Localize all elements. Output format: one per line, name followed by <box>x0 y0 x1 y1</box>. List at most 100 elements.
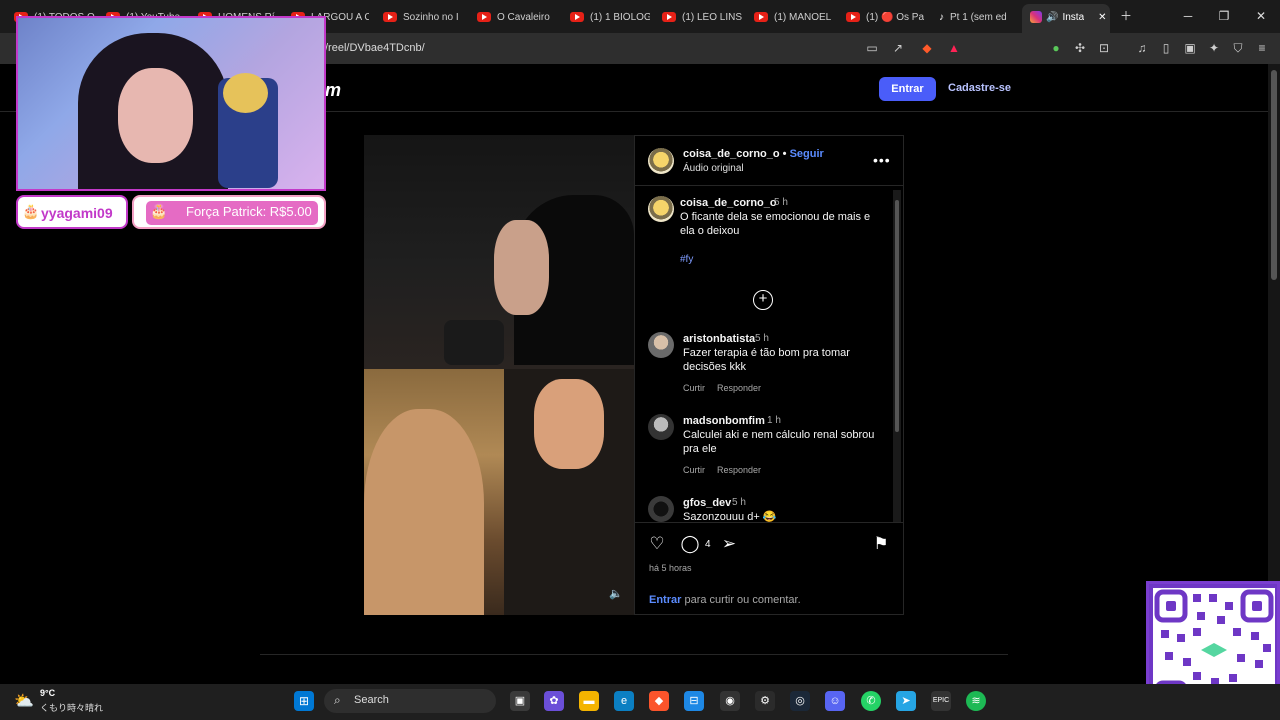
caption-time: 5 h <box>774 197 788 208</box>
comment-count: 4 <box>705 539 711 550</box>
media-icon[interactable]: ♫ <box>1134 40 1150 56</box>
post-time: há 5 horas <box>649 563 692 573</box>
temperature: 9°C <box>40 688 56 698</box>
person-face <box>494 220 549 315</box>
spotify-icon[interactable]: ≋ <box>966 691 986 711</box>
browser-tab[interactable]: (1) MANOEL <box>754 5 834 29</box>
settings-icon[interactable]: ⚙ <box>755 691 775 711</box>
brave-icon[interactable]: ◆ <box>649 691 669 711</box>
comment-like-link[interactable]: Curtir <box>683 465 705 475</box>
weather-widget[interactable]: ⛅ 9°C くもり時々晴れ <box>14 688 134 716</box>
comment-like-link[interactable]: Curtir <box>683 383 705 393</box>
taskbar-search[interactable]: ⌕ Search <box>324 689 496 713</box>
browser-tab[interactable]: ♪ Pt 1 (sem ed <box>939 5 1017 29</box>
like-icon[interactable]: ♡ <box>647 534 667 554</box>
comment-username[interactable]: aristonbatista <box>683 333 755 345</box>
cast-icon[interactable]: ▭ <box>864 40 880 56</box>
browser-tab[interactable]: Sozinho no I <box>383 5 463 29</box>
browser-tab[interactable]: (1) LÉO LINS <box>662 5 742 29</box>
store-icon[interactable]: ⊟ <box>684 691 704 711</box>
steam-icon[interactable]: ◎ <box>790 691 810 711</box>
load-more-icon[interactable]: + <box>753 290 773 310</box>
reel-sidebar: coisa_de_corno_o • Seguir Áudio original… <box>634 136 904 614</box>
commenter-avatar[interactable] <box>648 496 674 522</box>
login-button[interactable]: Entrar <box>879 77 936 101</box>
wallet-icon[interactable]: ▣ <box>1182 40 1198 56</box>
screenshot-icon[interactable]: ⊡ <box>1096 40 1112 56</box>
person-left <box>364 409 484 615</box>
youtube-icon <box>754 12 768 22</box>
save-icon[interactable]: ⚑ <box>871 534 891 554</box>
donation-text: Força Patrick: R$5.00 <box>186 204 312 219</box>
url-text[interactable]: /reel/DVbae4TDcnb/ <box>325 42 425 54</box>
share-page-icon[interactable]: ↗ <box>890 40 906 56</box>
video-top-frame <box>364 135 634 369</box>
page-scrollbar-thumb[interactable] <box>1271 70 1277 280</box>
browser-tab-active-content[interactable]: 🔊 Insta ✕ <box>1030 5 1108 29</box>
share-icon[interactable]: ➢ <box>719 534 739 554</box>
youtube-icon <box>383 12 397 22</box>
comment-time: 5 h <box>755 333 769 344</box>
author-name[interactable]: coisa_de_corno_o <box>683 148 780 160</box>
discord-icon[interactable]: ☺ <box>825 691 845 711</box>
comment-reply-link[interactable]: Responder <box>717 465 761 475</box>
restore-icon[interactable]: ❐ <box>1214 6 1234 26</box>
author-username[interactable]: coisa_de_corno_o • Seguir <box>683 148 824 160</box>
comment-text: Sazonzouuu d+ 😂 <box>683 511 777 522</box>
audio-label[interactable]: Áudio original <box>683 163 744 174</box>
browser-tab[interactable]: O Cavaleiro <box>477 5 557 29</box>
file-explorer-icon[interactable]: ▬ <box>579 691 599 711</box>
login-prompt-text: para curtir ou comentar. <box>681 594 801 606</box>
vpn-icon[interactable]: ⛉ <box>1230 40 1246 56</box>
signup-link[interactable]: Cadastre-se <box>948 82 1011 94</box>
windows-taskbar <box>0 684 1280 720</box>
youtube-icon <box>570 12 584 22</box>
video-bottom-frame <box>364 369 634 615</box>
person-right-face <box>534 379 604 469</box>
start-icon[interactable]: ⊞ <box>294 691 314 711</box>
extensions-icon[interactable]: ✣ <box>1072 40 1088 56</box>
new-tab-icon[interactable]: ＋ <box>1116 6 1136 26</box>
streamer-face <box>118 68 193 163</box>
menu-icon[interactable]: ≡ <box>1254 40 1270 56</box>
comment-reply-link[interactable]: Responder <box>717 383 761 393</box>
close-tab-icon[interactable]: ✕ <box>1098 12 1106 23</box>
comment-text: Fazer terapia é tão bom pra tomar decisõ… <box>683 347 850 373</box>
login-link[interactable]: Entrar <box>649 594 681 606</box>
close-window-icon[interactable]: ✕ <box>1251 6 1271 26</box>
caption-username[interactable]: coisa_de_corno_o <box>680 197 777 209</box>
reel-video[interactable]: 🔈 <box>364 135 634 615</box>
browser-tab[interactable]: (1) 🔴 Os Pa <box>846 5 926 29</box>
donation-goal: 🎂 Força Patrick: R$5.00 <box>132 195 326 229</box>
hashtag-link[interactable]: #fy <box>680 254 693 265</box>
commenter-avatar[interactable] <box>648 332 674 358</box>
edge-icon[interactable]: e <box>614 691 634 711</box>
task-view-icon[interactable]: ▣ <box>510 691 530 711</box>
vpn-status-icon[interactable]: ● <box>1048 40 1064 56</box>
author-avatar[interactable] <box>648 148 674 174</box>
more-options-icon[interactable]: ••• <box>873 152 891 168</box>
comments-scrollbar-thumb[interactable] <box>895 200 899 432</box>
follow-button[interactable]: Seguir <box>790 148 824 160</box>
minimize-icon[interactable]: ─ <box>1178 6 1198 26</box>
epic-games-icon[interactable]: EPIC <box>931 691 951 711</box>
whatsapp-icon[interactable]: ✆ <box>861 691 881 711</box>
comment-text: Calculei aki e nem cálculo renal sobrou … <box>683 429 875 455</box>
commenter-avatar[interactable] <box>648 414 674 440</box>
caption-avatar[interactable] <box>648 196 674 222</box>
obs-icon[interactable]: ◉ <box>720 691 740 711</box>
brave-shield-icon[interactable]: ◆ <box>919 40 935 56</box>
brave-rewards-icon[interactable]: ▲ <box>946 40 962 56</box>
volume-icon[interactable]: 🔈 <box>608 586 624 602</box>
leo-ai-icon[interactable]: ✦ <box>1206 40 1222 56</box>
telegram-icon[interactable]: ➤ <box>896 691 916 711</box>
browser-tab[interactable]: (1) 1 BIÓLOG <box>570 5 650 29</box>
comment-username[interactable]: gfos_dev <box>683 497 731 509</box>
comment-username[interactable]: madsonbomfim <box>683 415 765 427</box>
cake-icon: 🎂 <box>22 203 40 219</box>
microphone <box>444 320 504 365</box>
copilot-icon[interactable]: ✿ <box>544 691 564 711</box>
comment-icon[interactable]: ◯ <box>680 534 700 554</box>
sidebar-icon[interactable]: ▯ <box>1158 40 1174 56</box>
instagram-logo[interactable]: m <box>325 80 341 101</box>
